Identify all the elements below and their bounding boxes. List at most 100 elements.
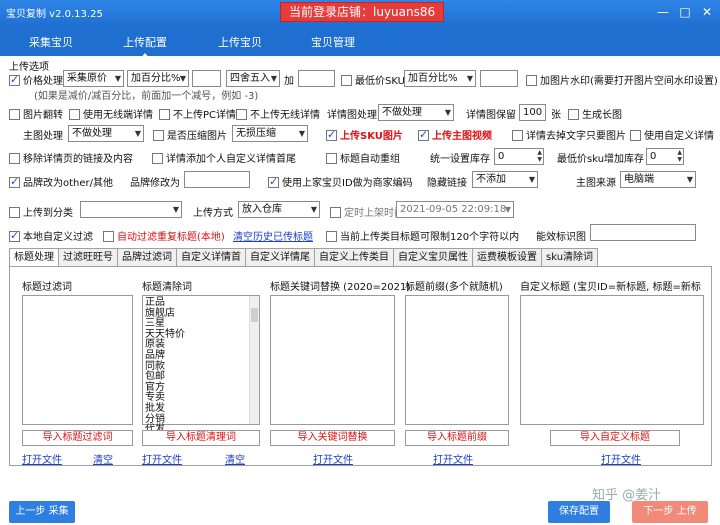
price-checkbox[interactable] <box>9 73 20 86</box>
clear-link[interactable]: 清空 <box>225 451 245 466</box>
prev-step-button[interactable]: 上一步 采集 <box>9 501 75 523</box>
min-sku-value-input[interactable] <box>480 70 518 87</box>
hide-link-select[interactable]: 不添加 ▼ <box>472 171 538 188</box>
nav-upload-items[interactable]: 上传宝贝 <box>218 34 262 50</box>
compress-checkbox[interactable] <box>153 130 164 141</box>
keyword-replace-textarea[interactable] <box>270 295 395 425</box>
import-title-filter-button[interactable]: 导入标题过滤词 <box>22 430 133 446</box>
upload-category-option[interactable]: 上传到分类 <box>9 204 73 219</box>
tab-sku-clear[interactable]: sku清除词 <box>542 248 599 267</box>
tab-custom-category[interactable]: 自定义上传类目 <box>315 248 394 267</box>
custom-detail-checkbox[interactable] <box>630 130 641 141</box>
spinner-icon[interactable]: ▲ ▼ <box>677 149 682 163</box>
tab-custom-attributes[interactable]: 自定义宝贝属性 <box>394 248 473 267</box>
upload-main-video-checkbox[interactable] <box>418 128 429 141</box>
nav-upload-config[interactable]: 上传配置 <box>123 34 167 59</box>
nav-item-manage[interactable]: 宝贝管理 <box>311 34 355 50</box>
tab-shipping-template[interactable]: 运费模板设置 <box>473 248 542 267</box>
main-img-select[interactable]: 不做处理 ▼ <box>68 125 144 142</box>
price-source-select[interactable]: 采集原价 ▼ <box>63 70 124 87</box>
detail-img-select[interactable]: 不做处理 ▼ <box>378 104 454 121</box>
image-flip-option[interactable]: 图片翻转 <box>9 106 63 121</box>
category-select[interactable]: ▼ <box>80 201 182 218</box>
import-title-prefix-button[interactable]: 导入标题前缀 <box>405 430 509 446</box>
auto-regroup-title-option[interactable]: 标题自动重组 <box>326 150 400 165</box>
upload-main-video-option[interactable]: 上传主图视频 <box>418 127 492 142</box>
long-image-checkbox[interactable] <box>568 109 579 120</box>
price-plus-input[interactable] <box>298 70 335 87</box>
import-custom-title-button[interactable]: 导入自定义标题 <box>550 430 680 446</box>
remove-links-option[interactable]: 移除详情页的链接及内容 <box>9 150 133 165</box>
detail-keep-input[interactable]: 100 <box>519 104 546 121</box>
use-prev-id-checkbox[interactable] <box>268 175 279 188</box>
tab-custom-detail-tail[interactable]: 自定义详情尾 <box>246 248 315 267</box>
compress-option[interactable]: 是否压缩图片 <box>153 127 227 142</box>
tab-title-processing[interactable]: 标题处理 <box>9 248 59 267</box>
scheduled-option[interactable]: 定时上架时间 <box>330 204 404 219</box>
main-img-source-select[interactable]: 电脑端 ▼ <box>620 171 696 188</box>
title-filter-textarea[interactable] <box>22 295 133 425</box>
custom-detail-option[interactable]: 使用自定义详情 <box>630 127 714 142</box>
min-sku-checkbox-label[interactable]: 最低价SKU <box>341 72 405 87</box>
scheduled-checkbox[interactable] <box>330 207 341 218</box>
min-sku-mode-select[interactable]: 加百分比% ▼ <box>404 70 476 87</box>
remove-links-checkbox[interactable] <box>9 153 20 164</box>
import-title-clear-button[interactable]: 导入标题清理词 <box>142 430 260 446</box>
price-value-input[interactable] <box>192 70 221 87</box>
smart-id-input[interactable] <box>590 224 696 241</box>
no-pc-detail-option[interactable]: 不上传PC详情 <box>159 106 236 121</box>
use-prev-id-option[interactable]: 使用上家宝贝ID做为商家编码 <box>268 174 413 189</box>
watermark-checkbox[interactable] <box>526 75 537 86</box>
scrollbar[interactable] <box>249 296 259 424</box>
watermark-checkbox-label[interactable]: 加图片水印(需要打开图片空间水印设置) <box>526 72 718 87</box>
image-flip-checkbox[interactable] <box>9 109 20 120</box>
long-image-option[interactable]: 生成长图 <box>568 106 622 121</box>
scheduled-datetime-input[interactable]: 2021-09-05 22:09:18 ▼ <box>396 201 514 218</box>
brand-other-option[interactable]: 品牌改为other/其他 <box>9 174 113 189</box>
stock-input[interactable]: 0 ▲ ▼ <box>494 148 544 165</box>
save-config-button[interactable]: 保存配置 <box>548 501 610 523</box>
upload-category-checkbox[interactable] <box>9 207 20 218</box>
min-sku-checkbox[interactable] <box>341 75 352 86</box>
title-prefix-textarea[interactable] <box>405 295 509 425</box>
use-wireless-detail-option[interactable]: 使用无线端详情 <box>69 106 153 121</box>
close-button[interactable]: ✕ <box>698 3 716 21</box>
add-custom-header-checkbox[interactable] <box>152 153 163 164</box>
no-wireless-detail-checkbox[interactable] <box>236 109 247 120</box>
upload-sku-img-option[interactable]: 上传SKU图片 <box>326 127 403 142</box>
open-file-link[interactable]: 打开文件 <box>313 451 353 466</box>
detail-remove-text-checkbox[interactable] <box>512 130 523 141</box>
upload-sku-img-checkbox[interactable] <box>326 128 337 141</box>
add-custom-header-option[interactable]: 详情添加个人自定义详情首尾 <box>152 150 296 165</box>
auto-filter-dup-option[interactable]: 自动过滤重复标题(本地) <box>103 228 225 243</box>
use-wireless-detail-checkbox[interactable] <box>69 109 80 120</box>
compress-select[interactable]: 无损压缩 ▼ <box>232 125 308 142</box>
import-keyword-replace-button[interactable]: 导入关键词替换 <box>270 430 395 446</box>
tab-brand-filter[interactable]: 品牌过滤词 <box>118 248 177 267</box>
tab-custom-detail-head[interactable]: 自定义详情首 <box>177 248 246 267</box>
open-file-link[interactable]: 打开文件 <box>601 451 641 466</box>
minimize-button[interactable]: — <box>654 3 672 21</box>
brand-other-checkbox[interactable] <box>9 175 20 188</box>
limit-title-option[interactable]: 当前上传类目标题可限制120个字符以内 <box>326 228 519 243</box>
next-step-button[interactable]: 下一步 上传 <box>632 501 708 523</box>
tab-filter-wangwang[interactable]: 过滤旺旺号 <box>59 248 118 267</box>
no-pc-detail-checkbox[interactable] <box>159 109 170 120</box>
clear-history-link[interactable]: 清空历史已传标题 <box>233 228 313 243</box>
title-clear-textarea[interactable]: 正品旗舰店三星天天特价原装品牌同款包邮官方专卖批发分销代发一键代发 <box>142 295 260 445</box>
price-checkbox-label[interactable]: 价格处理 <box>9 72 63 87</box>
brand-change-input[interactable] <box>184 171 250 188</box>
open-file-link[interactable]: 打开文件 <box>433 451 473 466</box>
auto-regroup-title-checkbox[interactable] <box>326 153 337 164</box>
price-mode-select[interactable]: 加百分比% ▼ <box>127 70 189 87</box>
spinner-icon[interactable]: ▲ ▼ <box>537 149 542 163</box>
clear-link[interactable]: 清空 <box>93 451 113 466</box>
auto-filter-dup-checkbox[interactable] <box>103 231 114 242</box>
local-filter-checkbox[interactable] <box>9 229 20 242</box>
scrollbar-thumb[interactable] <box>251 308 258 322</box>
upload-method-select[interactable]: 放入仓库 ▼ <box>238 201 320 218</box>
detail-remove-text-option[interactable]: 详情去掉文字只要图片 <box>512 127 626 142</box>
custom-title-textarea[interactable] <box>520 295 704 425</box>
no-wireless-detail-option[interactable]: 不上传无线详情 <box>236 106 320 121</box>
limit-title-checkbox[interactable] <box>326 231 337 242</box>
